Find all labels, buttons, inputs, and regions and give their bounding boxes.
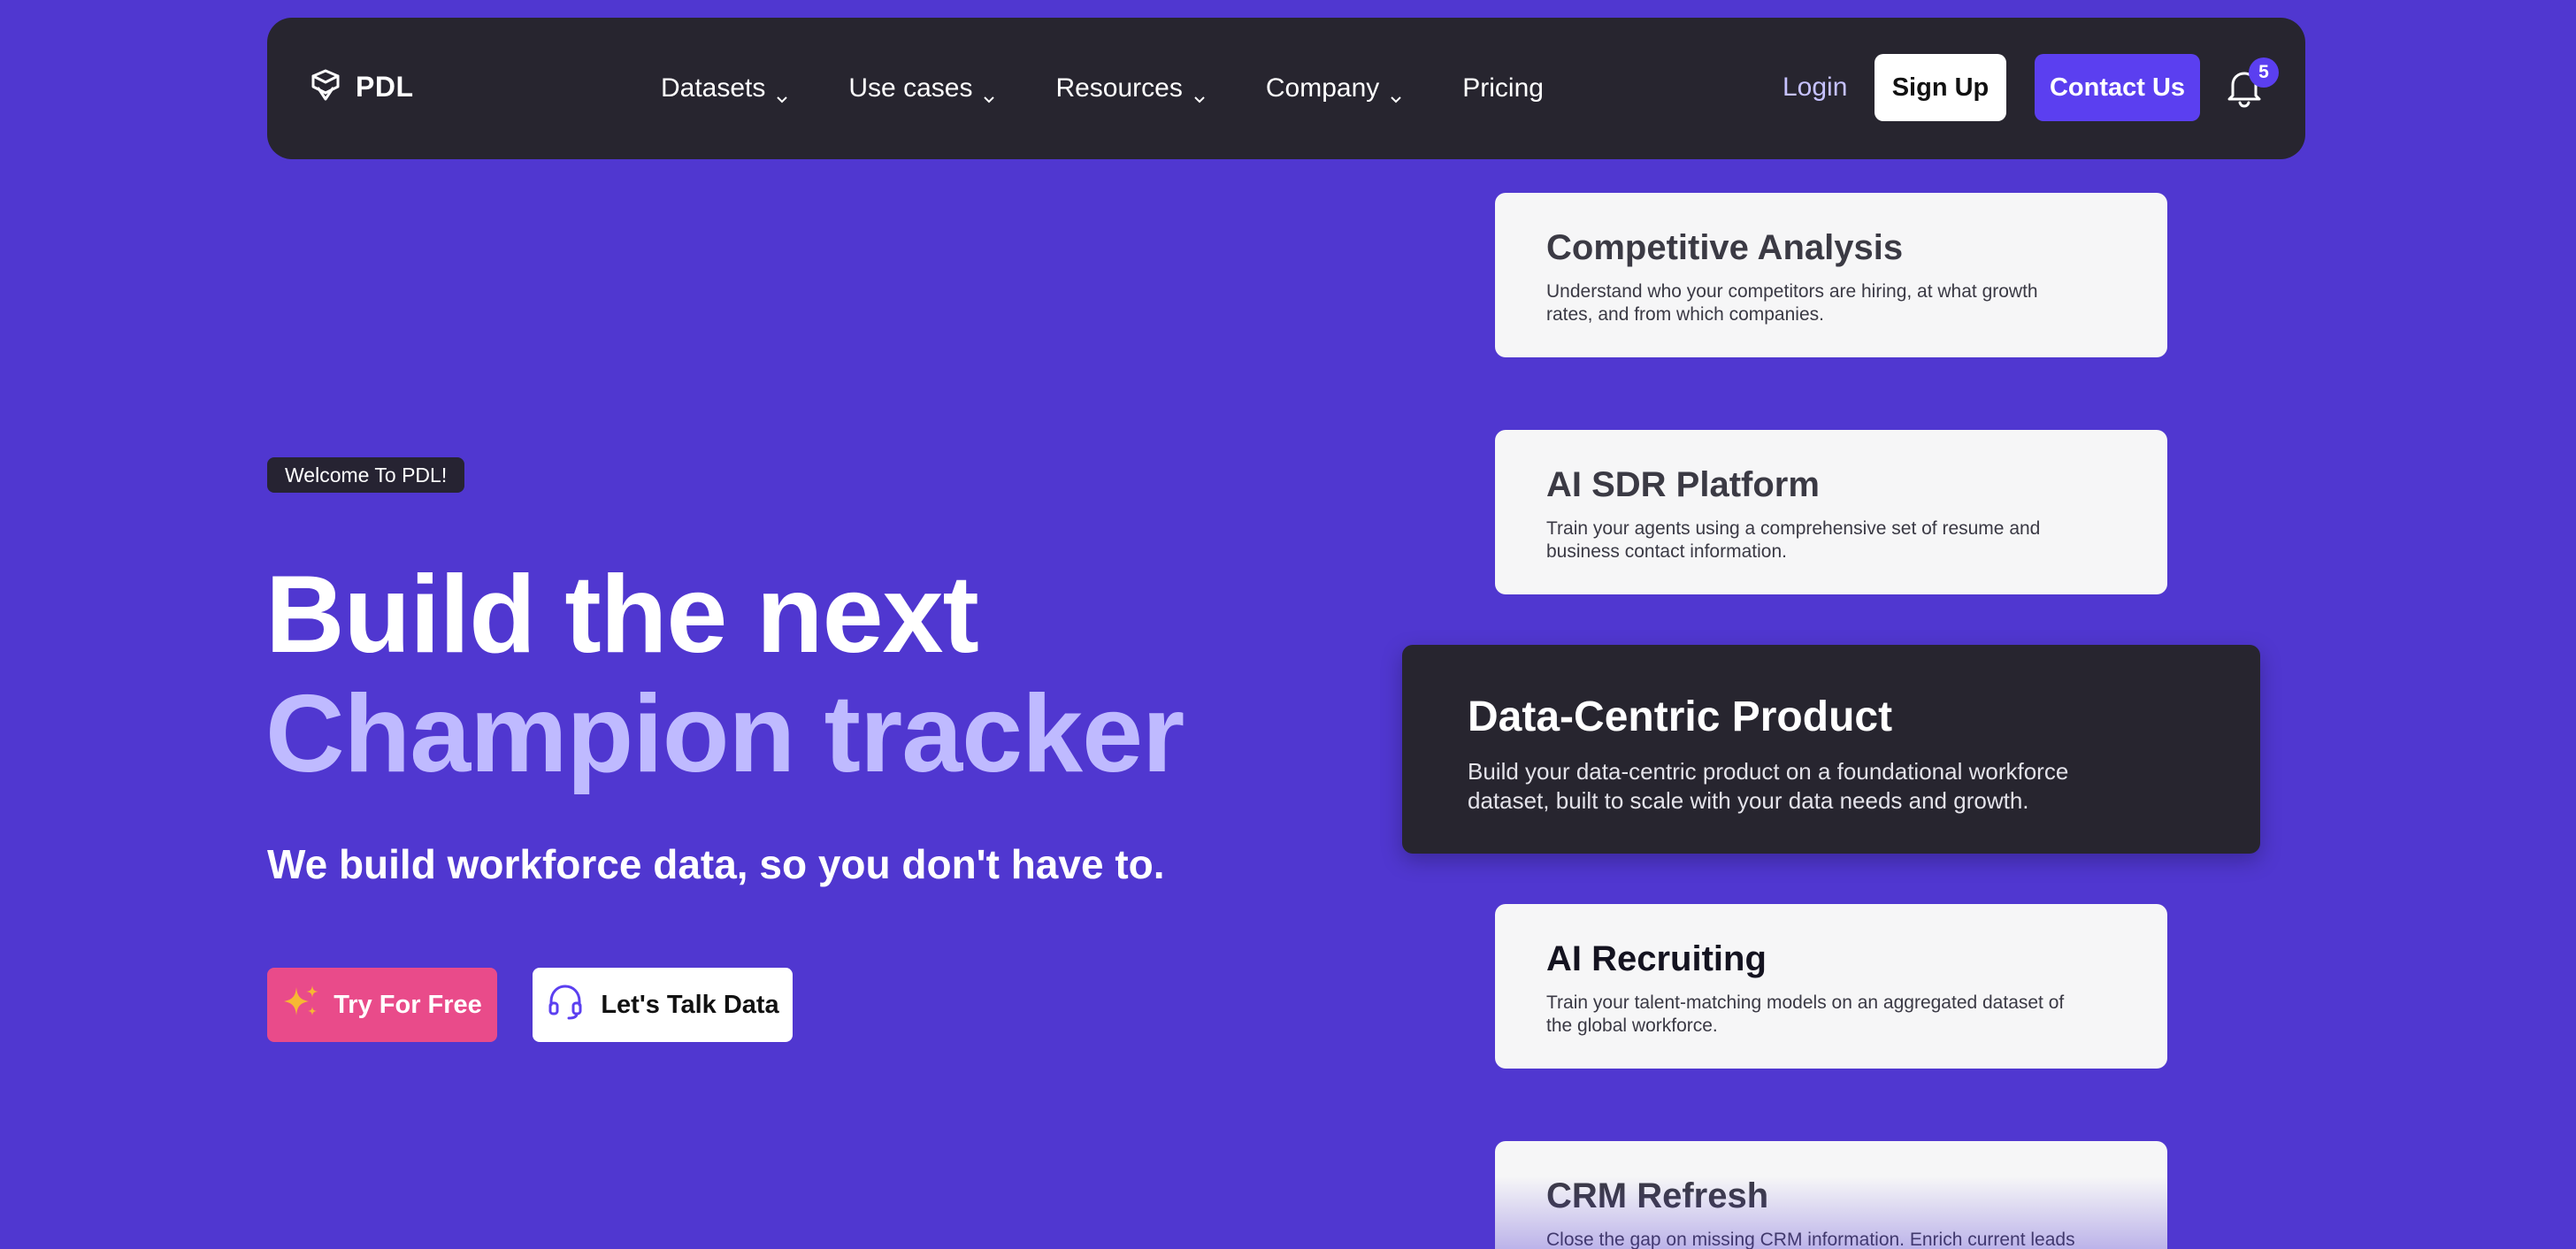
sign-up-button[interactable]: Sign Up xyxy=(1874,54,2006,121)
login-link[interactable]: Login xyxy=(1782,73,1847,103)
sparkles-icon xyxy=(282,982,321,1028)
card-description: Build your data-centric product on a fou… xyxy=(1468,758,2069,814)
try-for-free-label: Try For Free xyxy=(334,990,482,1019)
top-navbar: PDL Datasets Use cases Resources Company… xyxy=(267,18,2305,159)
nav-item-resources[interactable]: Resources xyxy=(1055,73,1205,103)
headline-line-1: Build the next xyxy=(265,554,979,676)
chevron-down-icon xyxy=(1193,82,1206,103)
chevron-down-icon xyxy=(776,82,788,103)
contact-us-button[interactable]: Contact Us xyxy=(2035,54,2200,121)
headset-icon xyxy=(546,982,585,1028)
lets-talk-data-button[interactable]: Let's Talk Data xyxy=(533,968,793,1042)
card-title: Competitive Analysis xyxy=(1546,228,1904,267)
subheadline: We build workforce data, so you don't ha… xyxy=(267,841,1165,887)
nav-item-pricing[interactable]: Pricing xyxy=(1462,73,1544,103)
nav-item-use-cases[interactable]: Use cases xyxy=(848,73,995,103)
nav-links: Datasets Use cases Resources Company Pri… xyxy=(661,18,1604,159)
bottom-fade xyxy=(0,1176,2576,1249)
use-case-card-ai-sdr-platform[interactable]: AI SDR Platform Train your agents using … xyxy=(1495,430,2167,594)
nav-item-label: Company xyxy=(1265,73,1380,103)
notification-badge: 5 xyxy=(2249,57,2279,88)
try-for-free-button[interactable]: Try For Free xyxy=(267,968,497,1042)
nav-item-label: Use cases xyxy=(848,73,973,103)
headline-line-2: Champion tracker xyxy=(265,673,1184,795)
chevron-down-icon xyxy=(1390,82,1402,103)
use-case-card-data-centric-product[interactable]: Data-Centric Product Build your data-cen… xyxy=(1402,645,2260,854)
card-title: AI Recruiting xyxy=(1546,939,1767,978)
nav-item-datasets[interactable]: Datasets xyxy=(661,73,788,103)
nav-item-label: Pricing xyxy=(1462,73,1544,103)
chevron-down-icon xyxy=(983,82,995,103)
card-description: Train your talent-matching models on an … xyxy=(1546,992,2065,1036)
use-case-card-crm-refresh[interactable]: CRM Refresh Close the gap on missing CRM… xyxy=(1495,1141,2167,1249)
use-case-card-ai-recruiting[interactable]: AI Recruiting Train your talent-matching… xyxy=(1495,904,2167,1069)
logo-text: PDL xyxy=(356,71,414,103)
page: PDL Datasets Use cases Resources Company… xyxy=(0,0,2576,1249)
logo[interactable]: PDL xyxy=(308,67,414,107)
welcome-badge: Welcome To PDL! xyxy=(267,457,465,493)
card-title: Data-Centric Product xyxy=(1468,693,1893,740)
nav-item-label: Resources xyxy=(1055,73,1183,103)
card-description: Close the gap on missing CRM information… xyxy=(1546,1230,2075,1249)
nav-item-label: Datasets xyxy=(661,73,766,103)
nav-item-company[interactable]: Company xyxy=(1266,73,1402,103)
pdl-logo-icon xyxy=(308,67,343,107)
card-title: CRM Refresh xyxy=(1546,1176,1769,1215)
card-description: Train your agents using a comprehensive … xyxy=(1546,518,2041,562)
card-description: Understand who your competitors are hiri… xyxy=(1546,281,2038,325)
lets-talk-data-label: Let's Talk Data xyxy=(601,990,779,1019)
card-title: AI SDR Platform xyxy=(1546,465,1820,504)
use-case-card-competitive-analysis[interactable]: Competitive Analysis Understand who your… xyxy=(1495,193,2167,357)
